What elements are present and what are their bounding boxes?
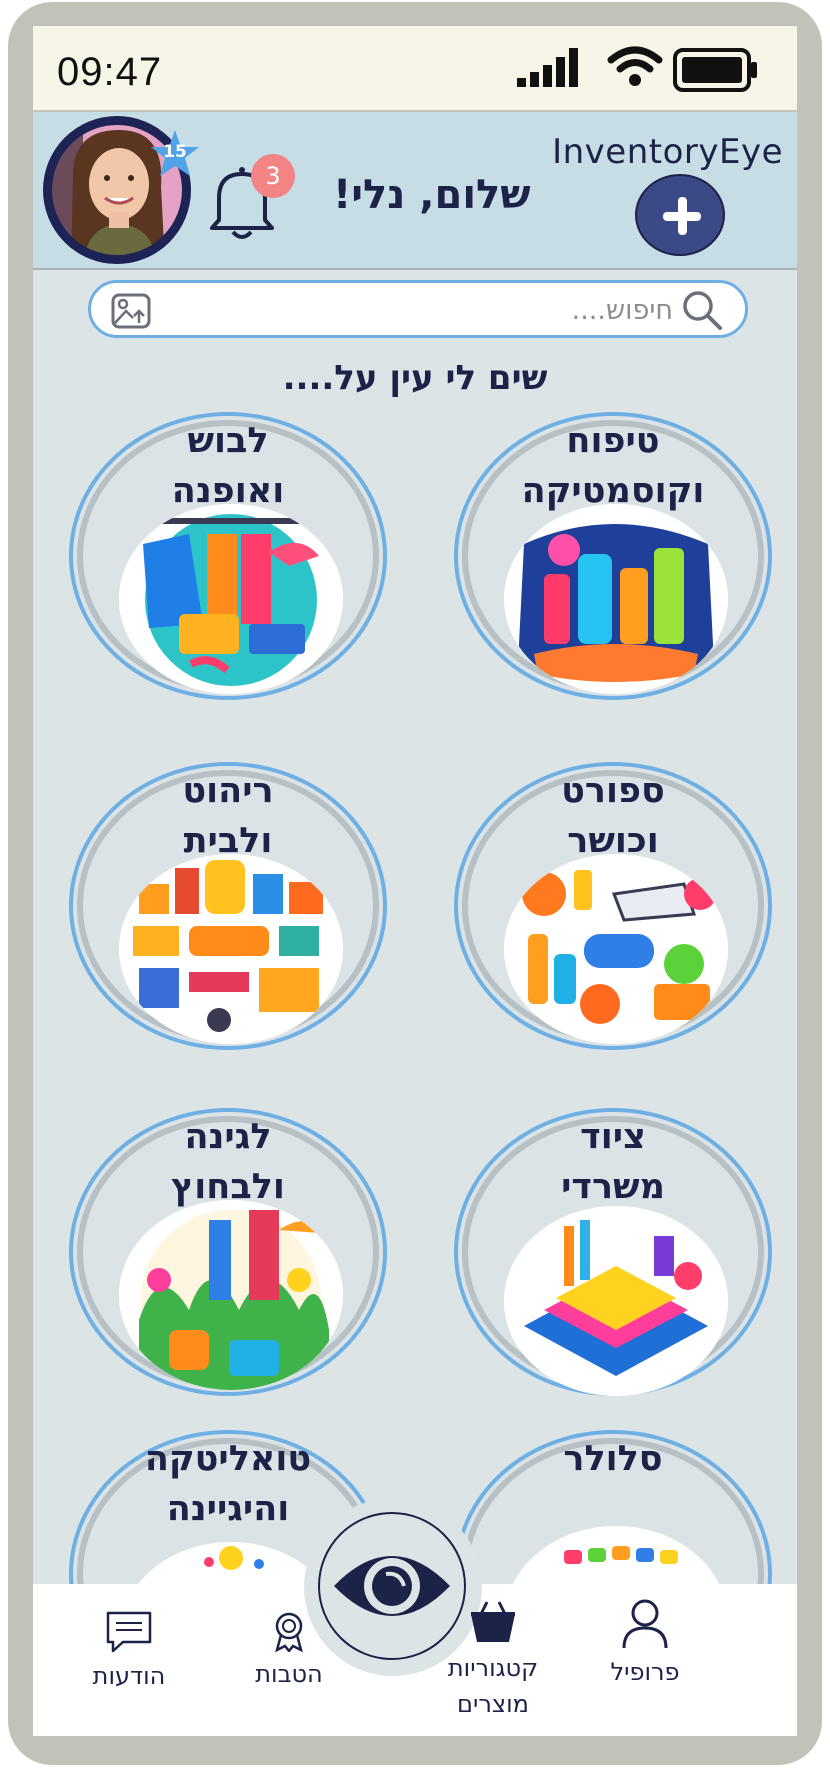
category-label: ציוד משרדי bbox=[561, 1117, 665, 1207]
nav-profile[interactable]: פרופיל bbox=[575, 1598, 715, 1690]
category-sports[interactable]: ספורט וכושר bbox=[454, 762, 772, 1050]
furniture-illustration bbox=[119, 854, 343, 1044]
category-office[interactable]: ציוד משרדי bbox=[454, 1108, 772, 1396]
category-label: ספורט וכושר bbox=[561, 771, 665, 861]
category-garden[interactable]: לגינה ולבחוץ bbox=[69, 1108, 387, 1396]
app-title: InventoryEye bbox=[552, 132, 783, 172]
message-icon bbox=[106, 1611, 152, 1653]
add-button[interactable] bbox=[635, 174, 725, 256]
nav-benefits-label: הטבות bbox=[255, 1660, 323, 1688]
nav-messages-label: הודעות bbox=[92, 1662, 166, 1690]
wifi-icon bbox=[607, 46, 663, 86]
nav-benefits[interactable]: הטבות bbox=[219, 1610, 359, 1692]
section-title: שים לי עין על.... bbox=[282, 358, 548, 398]
nav-messages[interactable]: הודעות bbox=[59, 1610, 199, 1694]
cosmetics-illustration bbox=[504, 504, 728, 694]
category-fashion[interactable]: לבוש ואופנה bbox=[69, 412, 387, 700]
notification-badge: 3 bbox=[251, 154, 295, 198]
category-label: טיפוח וקוסמטיקה bbox=[521, 421, 705, 511]
level-badge: 15 bbox=[163, 142, 187, 162]
nav-categories-label: קטגוריות bbox=[447, 1654, 539, 1682]
search-bar bbox=[88, 280, 748, 338]
garden-illustration bbox=[119, 1200, 343, 1390]
nav-categories-label-line2: מוצרים bbox=[457, 1690, 529, 1718]
basket-icon bbox=[471, 1601, 515, 1642]
signal-icon bbox=[517, 48, 578, 87]
category-label: סלולר bbox=[563, 1439, 663, 1479]
battery-icon bbox=[673, 48, 757, 92]
app-header: 15 3 שלום, נלי! InventoryEye bbox=[33, 112, 797, 270]
category-cosmetics[interactable]: טיפוח וקוסמטיקה bbox=[454, 412, 772, 700]
category-label: ריהוט ולבית bbox=[182, 771, 274, 861]
status-bar: 09:47 bbox=[33, 26, 797, 112]
search-icon[interactable] bbox=[681, 289, 723, 331]
image-search-icon[interactable] bbox=[111, 293, 151, 329]
office-illustration bbox=[504, 1206, 728, 1396]
search-input[interactable] bbox=[163, 289, 675, 331]
nav-profile-label: פרופיל bbox=[610, 1658, 680, 1686]
profile-icon bbox=[622, 1599, 668, 1649]
greeting-text: שלום, נלי! bbox=[333, 172, 531, 218]
category-furniture[interactable]: ריהוט ולבית bbox=[69, 762, 387, 1050]
category-label: לבוש ואופנה bbox=[171, 421, 285, 511]
fashion-illustration bbox=[119, 504, 343, 694]
nav-categories[interactable]: קטגוריות מוצרים bbox=[423, 1598, 563, 1722]
app-screen: 09:47 15 3 שלום, נלי! InventoryEye חיפוש… bbox=[33, 26, 797, 1736]
award-icon bbox=[275, 1612, 303, 1654]
category-label: לגינה ולבחוץ bbox=[171, 1117, 285, 1207]
status-time: 09:47 bbox=[57, 50, 163, 94]
sports-illustration bbox=[504, 854, 728, 1044]
